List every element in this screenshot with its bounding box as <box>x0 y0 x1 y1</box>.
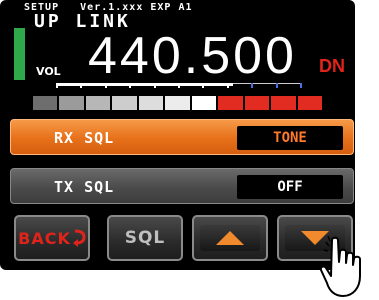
volume-tick <box>105 83 107 88</box>
volume-level-fill <box>56 83 233 86</box>
up-button[interactable] <box>192 215 268 261</box>
volume-tick <box>154 83 156 88</box>
frequency-display: 440.500 <box>88 27 297 85</box>
volume-tick <box>227 83 229 88</box>
back-button[interactable]: BACK <box>14 215 90 261</box>
setting-value: TONE <box>237 126 343 150</box>
volume-label: VOL <box>36 65 61 78</box>
back-button-label: BACK <box>18 228 71 248</box>
volume-scale <box>56 83 302 91</box>
volume-tick <box>178 83 180 88</box>
volume-tick <box>300 83 302 88</box>
meter-segment <box>112 96 137 110</box>
meter-segment <box>218 96 243 110</box>
meter-segment <box>244 96 270 110</box>
volume-tick <box>251 83 253 88</box>
setting-value: OFF <box>237 175 343 199</box>
volume-tick <box>56 83 58 88</box>
meter-segment <box>138 96 164 110</box>
meter-segment <box>271 96 296 110</box>
setting-label: TX SQL <box>54 178 115 196</box>
sql-button-label: SQL <box>124 228 166 248</box>
volume-tick <box>276 83 278 88</box>
radio-display: SETUP Ver.1.xxx EXP A1 UP LINK VOL 440.5… <box>0 0 355 270</box>
volume-tick <box>202 83 204 88</box>
meter-segment <box>85 96 111 110</box>
meter-segment <box>297 96 322 110</box>
return-arrow-icon <box>72 229 86 247</box>
setting-row-rx-sql[interactable]: RX SQL TONE <box>10 119 354 155</box>
arrow-up-icon <box>216 231 244 245</box>
shift-direction-label: DN <box>319 56 345 76</box>
volume-tick <box>80 83 82 88</box>
meter-segment <box>191 96 217 110</box>
sql-button[interactable]: SQL <box>107 215 183 261</box>
pointing-hand-icon <box>319 236 361 297</box>
signal-indicator <box>14 28 25 80</box>
meter-segment <box>59 96 84 110</box>
signal-meter <box>33 96 322 110</box>
volume-tick <box>129 83 131 88</box>
meter-segment <box>33 96 58 110</box>
setting-label: RX SQL <box>54 129 115 147</box>
meter-segment <box>165 96 190 110</box>
setting-row-tx-sql[interactable]: TX SQL OFF <box>10 168 354 204</box>
